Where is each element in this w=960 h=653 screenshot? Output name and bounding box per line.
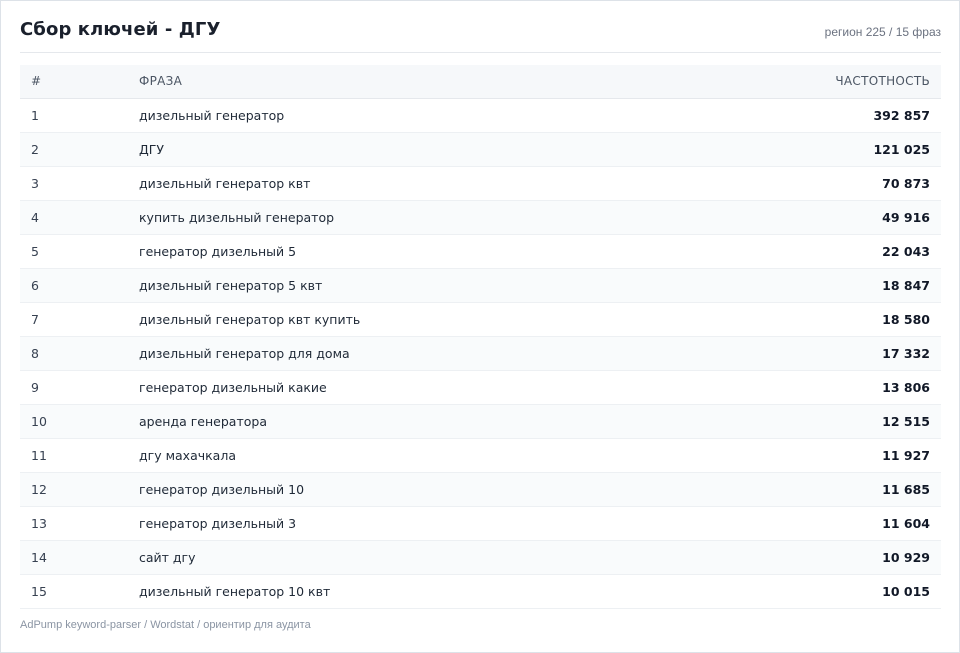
row-frequency: 17 332 [882, 346, 930, 361]
row-phrase: дизельный генератор [139, 108, 285, 123]
keywords-table: # ФРАЗА ЧАСТОТНОСТЬ 1 дизельный генератор… [20, 65, 941, 609]
row-number: 4 [31, 210, 39, 225]
row-number: 3 [31, 176, 39, 191]
row-phrase: ДГУ [139, 142, 165, 157]
table-row[interactable]: 1 дизельный генератор 392 857 [20, 99, 941, 133]
row-frequency: 70 873 [882, 176, 930, 191]
row-frequency: 22 043 [882, 244, 930, 259]
column-header-number[interactable]: # [31, 65, 41, 98]
row-frequency: 10 015 [882, 584, 930, 599]
row-phrase: купить дизельный генератор [139, 210, 335, 225]
row-frequency: 11 927 [882, 448, 930, 463]
row-phrase: дгу махачкала [139, 448, 236, 463]
row-phrase: генератор дизельный какие [139, 380, 327, 395]
table-row[interactable]: 2 ДГУ 121 025 [20, 133, 941, 167]
table-row[interactable]: 11 дгу махачкала 11 927 [20, 439, 941, 473]
table-row[interactable]: 8 дизельный генератор для дома 17 332 [20, 337, 941, 371]
table-row[interactable]: 14 сайт дгу 10 929 [20, 541, 941, 575]
row-number: 10 [31, 414, 47, 429]
row-phrase: дизельный генератор 10 квт [139, 584, 331, 599]
table-row[interactable]: 12 генератор дизельный 10 11 685 [20, 473, 941, 507]
row-frequency: 11 685 [882, 482, 930, 497]
table-row[interactable]: 9 генератор дизельный какие 13 806 [20, 371, 941, 405]
row-frequency: 121 025 [873, 142, 930, 157]
region-phrase-count: регион 225 / 15 фраз [824, 25, 941, 39]
row-number: 8 [31, 346, 39, 361]
row-phrase: генератор дизельный 3 [139, 516, 297, 531]
row-phrase: дизельный генератор квт [139, 176, 311, 191]
table-row[interactable]: 6 дизельный генератор 5 квт 18 847 [20, 269, 941, 303]
row-number: 12 [31, 482, 47, 497]
row-number: 13 [31, 516, 47, 531]
row-phrase: дизельный генератор квт купить [139, 312, 361, 327]
row-frequency: 10 929 [882, 550, 930, 565]
row-number: 15 [31, 584, 47, 599]
row-number: 14 [31, 550, 47, 565]
row-frequency: 392 857 [873, 108, 930, 123]
row-frequency: 18 580 [882, 312, 930, 327]
row-number: 9 [31, 380, 39, 395]
table-row[interactable]: 13 генератор дизельный 3 11 604 [20, 507, 941, 541]
table-row[interactable]: 5 генератор дизельный 5 22 043 [20, 235, 941, 269]
row-phrase: аренда генератора [139, 414, 267, 429]
table-header-row: # ФРАЗА ЧАСТОТНОСТЬ [20, 65, 941, 99]
table-row[interactable]: 7 дизельный генератор квт купить 18 580 [20, 303, 941, 337]
row-phrase: дизельный генератор для дома [139, 346, 350, 361]
row-number: 1 [31, 108, 39, 123]
row-frequency: 12 515 [882, 414, 930, 429]
row-number: 11 [31, 448, 47, 463]
row-number: 2 [31, 142, 39, 157]
table-row[interactable]: 15 дизельный генератор 10 квт 10 015 [20, 575, 941, 609]
table-row[interactable]: 10 аренда генератора 12 515 [20, 405, 941, 439]
table-row[interactable]: 4 купить дизельный генератор 49 916 [20, 201, 941, 235]
column-header-phrase[interactable]: ФРАЗА [139, 65, 182, 98]
row-phrase: сайт дгу [139, 550, 196, 565]
table-body: 1 дизельный генератор 392 857 2 ДГУ 121 025 3 д… [20, 99, 941, 609]
row-phrase: генератор дизельный 10 [139, 482, 305, 497]
row-phrase: дизельный генератор 5 квт [139, 278, 323, 293]
keywords-card: Сбор ключей - ДГУ регион 225 / 15 фраз #… [0, 0, 960, 653]
table-row[interactable]: 3 дизельный генератор квт 70 873 [20, 167, 941, 201]
row-frequency: 49 916 [882, 210, 930, 225]
row-frequency: 13 806 [882, 380, 930, 395]
row-phrase: генератор дизельный 5 [139, 244, 297, 259]
row-number: 6 [31, 278, 39, 293]
row-number: 5 [31, 244, 39, 259]
card-header: Сбор ключей - ДГУ регион 225 / 15 фраз [20, 1, 941, 53]
page-title: Сбор ключей - ДГУ [20, 19, 221, 40]
column-header-frequency[interactable]: ЧАСТОТНОСТЬ [835, 65, 930, 98]
row-number: 7 [31, 312, 39, 327]
row-frequency: 18 847 [882, 278, 930, 293]
row-frequency: 11 604 [882, 516, 930, 531]
footer-note: AdPump keyword-parser / Wordstat / ориен… [20, 619, 311, 631]
